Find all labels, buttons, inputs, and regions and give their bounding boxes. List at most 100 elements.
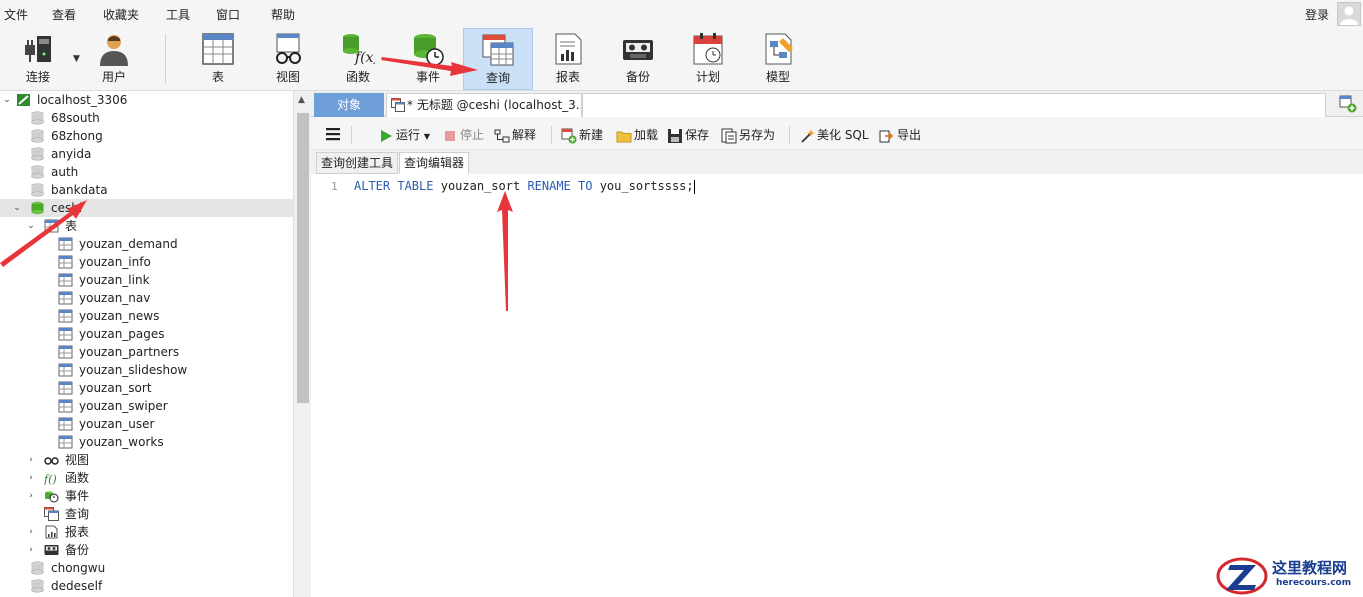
chevron-down-icon[interactable]: ⌄ bbox=[2, 91, 12, 109]
stop-button[interactable]: 停止 bbox=[442, 126, 484, 144]
tree-table-item[interactable]: youzan_user bbox=[0, 415, 293, 433]
chevron-up-icon[interactable]: ▲ bbox=[298, 95, 305, 105]
table-icon bbox=[58, 363, 73, 377]
save-button[interactable]: 保存 bbox=[667, 126, 709, 144]
run-button[interactable]: 运行 ▼ bbox=[378, 126, 430, 144]
chevron-down-icon[interactable]: ⌄ bbox=[26, 217, 36, 235]
toolbar-query-button[interactable]: 查询 bbox=[463, 28, 533, 90]
toolbar-schedule-button[interactable]: 计划 bbox=[673, 28, 743, 90]
tree-table-item[interactable]: youzan_news bbox=[0, 307, 293, 325]
chevron-right-icon[interactable]: › bbox=[26, 451, 36, 469]
tree-group-item[interactable]: › 视图 bbox=[0, 451, 293, 469]
tree-table-item[interactable]: youzan_link bbox=[0, 271, 293, 289]
watermark-logo: 这里教程网 herecours.com bbox=[1216, 555, 1363, 597]
toolbar-connection-button[interactable]: 连接 ▼ bbox=[3, 28, 80, 90]
toolbar-connection-label: 连接 bbox=[25, 70, 50, 84]
save-label: 保存 bbox=[685, 128, 710, 142]
toolbar-view-button[interactable]: 视图 bbox=[253, 28, 323, 90]
table-icon bbox=[202, 33, 234, 65]
table-icon bbox=[58, 273, 73, 287]
toolbar-function-button[interactable]: f(x) 函数 bbox=[323, 28, 393, 90]
login-link[interactable]: 登录 bbox=[1305, 6, 1329, 23]
sql-editor[interactable]: 1 ALTER TABLE youzan_sort RENAME TO you_… bbox=[311, 174, 1363, 597]
tree-database[interactable]: chongwu bbox=[0, 559, 293, 577]
tree-database[interactable]: anyida bbox=[0, 145, 293, 163]
load-button[interactable]: 加载 bbox=[616, 126, 658, 144]
tree-table-item[interactable]: youzan_partners bbox=[0, 343, 293, 361]
menu-view[interactable]: 查看 bbox=[52, 6, 76, 23]
toolbar-model-button[interactable]: 模型 bbox=[743, 28, 813, 90]
tree-connection[interactable]: ⌄ localhost_3306 bbox=[0, 91, 293, 109]
tree-group-item[interactable]: › f() 函数 bbox=[0, 469, 293, 487]
tree-database[interactable]: 68south bbox=[0, 109, 293, 127]
magic-wand-icon bbox=[801, 128, 815, 143]
chevron-right-icon[interactable]: › bbox=[26, 469, 36, 487]
tree-table-item[interactable]: youzan_works bbox=[0, 433, 293, 451]
report-icon bbox=[555, 33, 582, 65]
tree-database[interactable]: dedeself bbox=[0, 577, 293, 595]
menu-help[interactable]: 帮助 bbox=[271, 6, 295, 23]
watermark-url: herecours.com bbox=[1276, 578, 1352, 588]
chevron-right-icon[interactable]: › bbox=[26, 487, 36, 505]
new-button[interactable]: 新建 bbox=[561, 126, 603, 144]
sql-keyword: RENAME TO bbox=[527, 179, 593, 193]
beautify-sql-button[interactable]: 美化 SQL bbox=[799, 126, 869, 144]
tree-database-label: auth bbox=[51, 165, 79, 179]
menu-window[interactable]: 窗口 bbox=[216, 6, 240, 23]
tree-scrollbar[interactable]: ▲ bbox=[293, 91, 311, 597]
tree-database[interactable]: auth bbox=[0, 163, 293, 181]
chevron-right-icon[interactable]: › bbox=[26, 523, 36, 541]
tree-db-selected[interactable]: ⌄ ceshi bbox=[0, 199, 293, 217]
export-button[interactable]: 导出 bbox=[879, 126, 921, 144]
text-cursor bbox=[693, 179, 695, 194]
explain-button[interactable]: 解释 bbox=[494, 126, 536, 144]
toolbar-event-button[interactable]: 事件 bbox=[393, 28, 463, 90]
tree-db-selected-label: ceshi bbox=[51, 201, 83, 215]
save-as-button[interactable]: 另存为 bbox=[721, 126, 775, 144]
tree-group-item[interactable]: › 备份 bbox=[0, 541, 293, 559]
tab-query-builder[interactable]: 查询创建工具 bbox=[316, 152, 399, 174]
chevron-right-icon[interactable]: › bbox=[26, 541, 36, 559]
tree-table-label: youzan_partners bbox=[79, 345, 180, 359]
tree-database[interactable]: 68zhong bbox=[0, 127, 293, 145]
tree-tables-group[interactable]: ⌄ 表 bbox=[0, 217, 293, 235]
menu-tools[interactable]: 工具 bbox=[166, 6, 190, 23]
tree-table-item[interactable]: youzan_demand bbox=[0, 235, 293, 253]
new-tab-add-icon[interactable] bbox=[1339, 95, 1357, 113]
tab-object[interactable]: 对象 bbox=[314, 93, 384, 117]
tree-group-item[interactable]: › 事件 bbox=[0, 487, 293, 505]
tree-database[interactable]: bankdata bbox=[0, 181, 293, 199]
view-glasses-icon bbox=[44, 457, 59, 465]
chevron-down-icon[interactable]: ▼ bbox=[424, 132, 430, 141]
tree-table-item[interactable]: youzan_info bbox=[0, 253, 293, 271]
tree-table-item[interactable]: youzan_swiper bbox=[0, 397, 293, 415]
tab-query-editor[interactable]: 查询编辑器 bbox=[399, 152, 470, 174]
toolbar-table-button[interactable]: 表 bbox=[183, 28, 253, 90]
connection-plug-icon bbox=[25, 36, 51, 62]
toolbar-report-button[interactable]: 报表 bbox=[533, 28, 603, 90]
table-icon bbox=[58, 381, 73, 395]
query-toolbar: 运行 ▼ 停止 解释 新建 加载 保存 另存为 美化 SQL 导出 bbox=[311, 117, 1363, 150]
tree-table-item[interactable]: youzan_slideshow bbox=[0, 361, 293, 379]
database-icon bbox=[31, 111, 44, 125]
sql-code-line[interactable]: ALTER TABLE youzan_sort RENAME TO you_so… bbox=[354, 179, 695, 194]
tab-query[interactable]: * 无标题 @ceshi (localhost_3... bbox=[386, 93, 582, 117]
tree-group-item[interactable]: 查询 bbox=[0, 505, 293, 523]
avatar[interactable] bbox=[1337, 2, 1361, 26]
new-query-icon bbox=[561, 128, 577, 143]
hamburger-menu-icon[interactable] bbox=[326, 127, 340, 141]
tree-group-item[interactable]: › 报表 bbox=[0, 523, 293, 541]
toolbar-user-button[interactable]: 用户 bbox=[79, 28, 149, 90]
tree-tables-group-label: 表 bbox=[65, 219, 78, 233]
object-tree[interactable]: ⌄ localhost_3306 68south 68zhong anyida aut… bbox=[0, 91, 293, 597]
toolbar-backup-button[interactable]: 备份 bbox=[603, 28, 673, 90]
chevron-down-icon[interactable]: ⌄ bbox=[12, 199, 22, 217]
menu-file[interactable]: 文件 bbox=[4, 6, 28, 23]
event-clock-icon bbox=[45, 491, 59, 503]
scrollbar-thumb[interactable] bbox=[297, 113, 309, 403]
tree-table-item[interactable]: youzan_pages bbox=[0, 325, 293, 343]
tree-table-item[interactable]: youzan_sort bbox=[0, 379, 293, 397]
tree-connection-label: localhost_3306 bbox=[37, 93, 128, 107]
tree-table-item[interactable]: youzan_nav bbox=[0, 289, 293, 307]
menu-favorites[interactable]: 收藏夹 bbox=[103, 6, 139, 23]
